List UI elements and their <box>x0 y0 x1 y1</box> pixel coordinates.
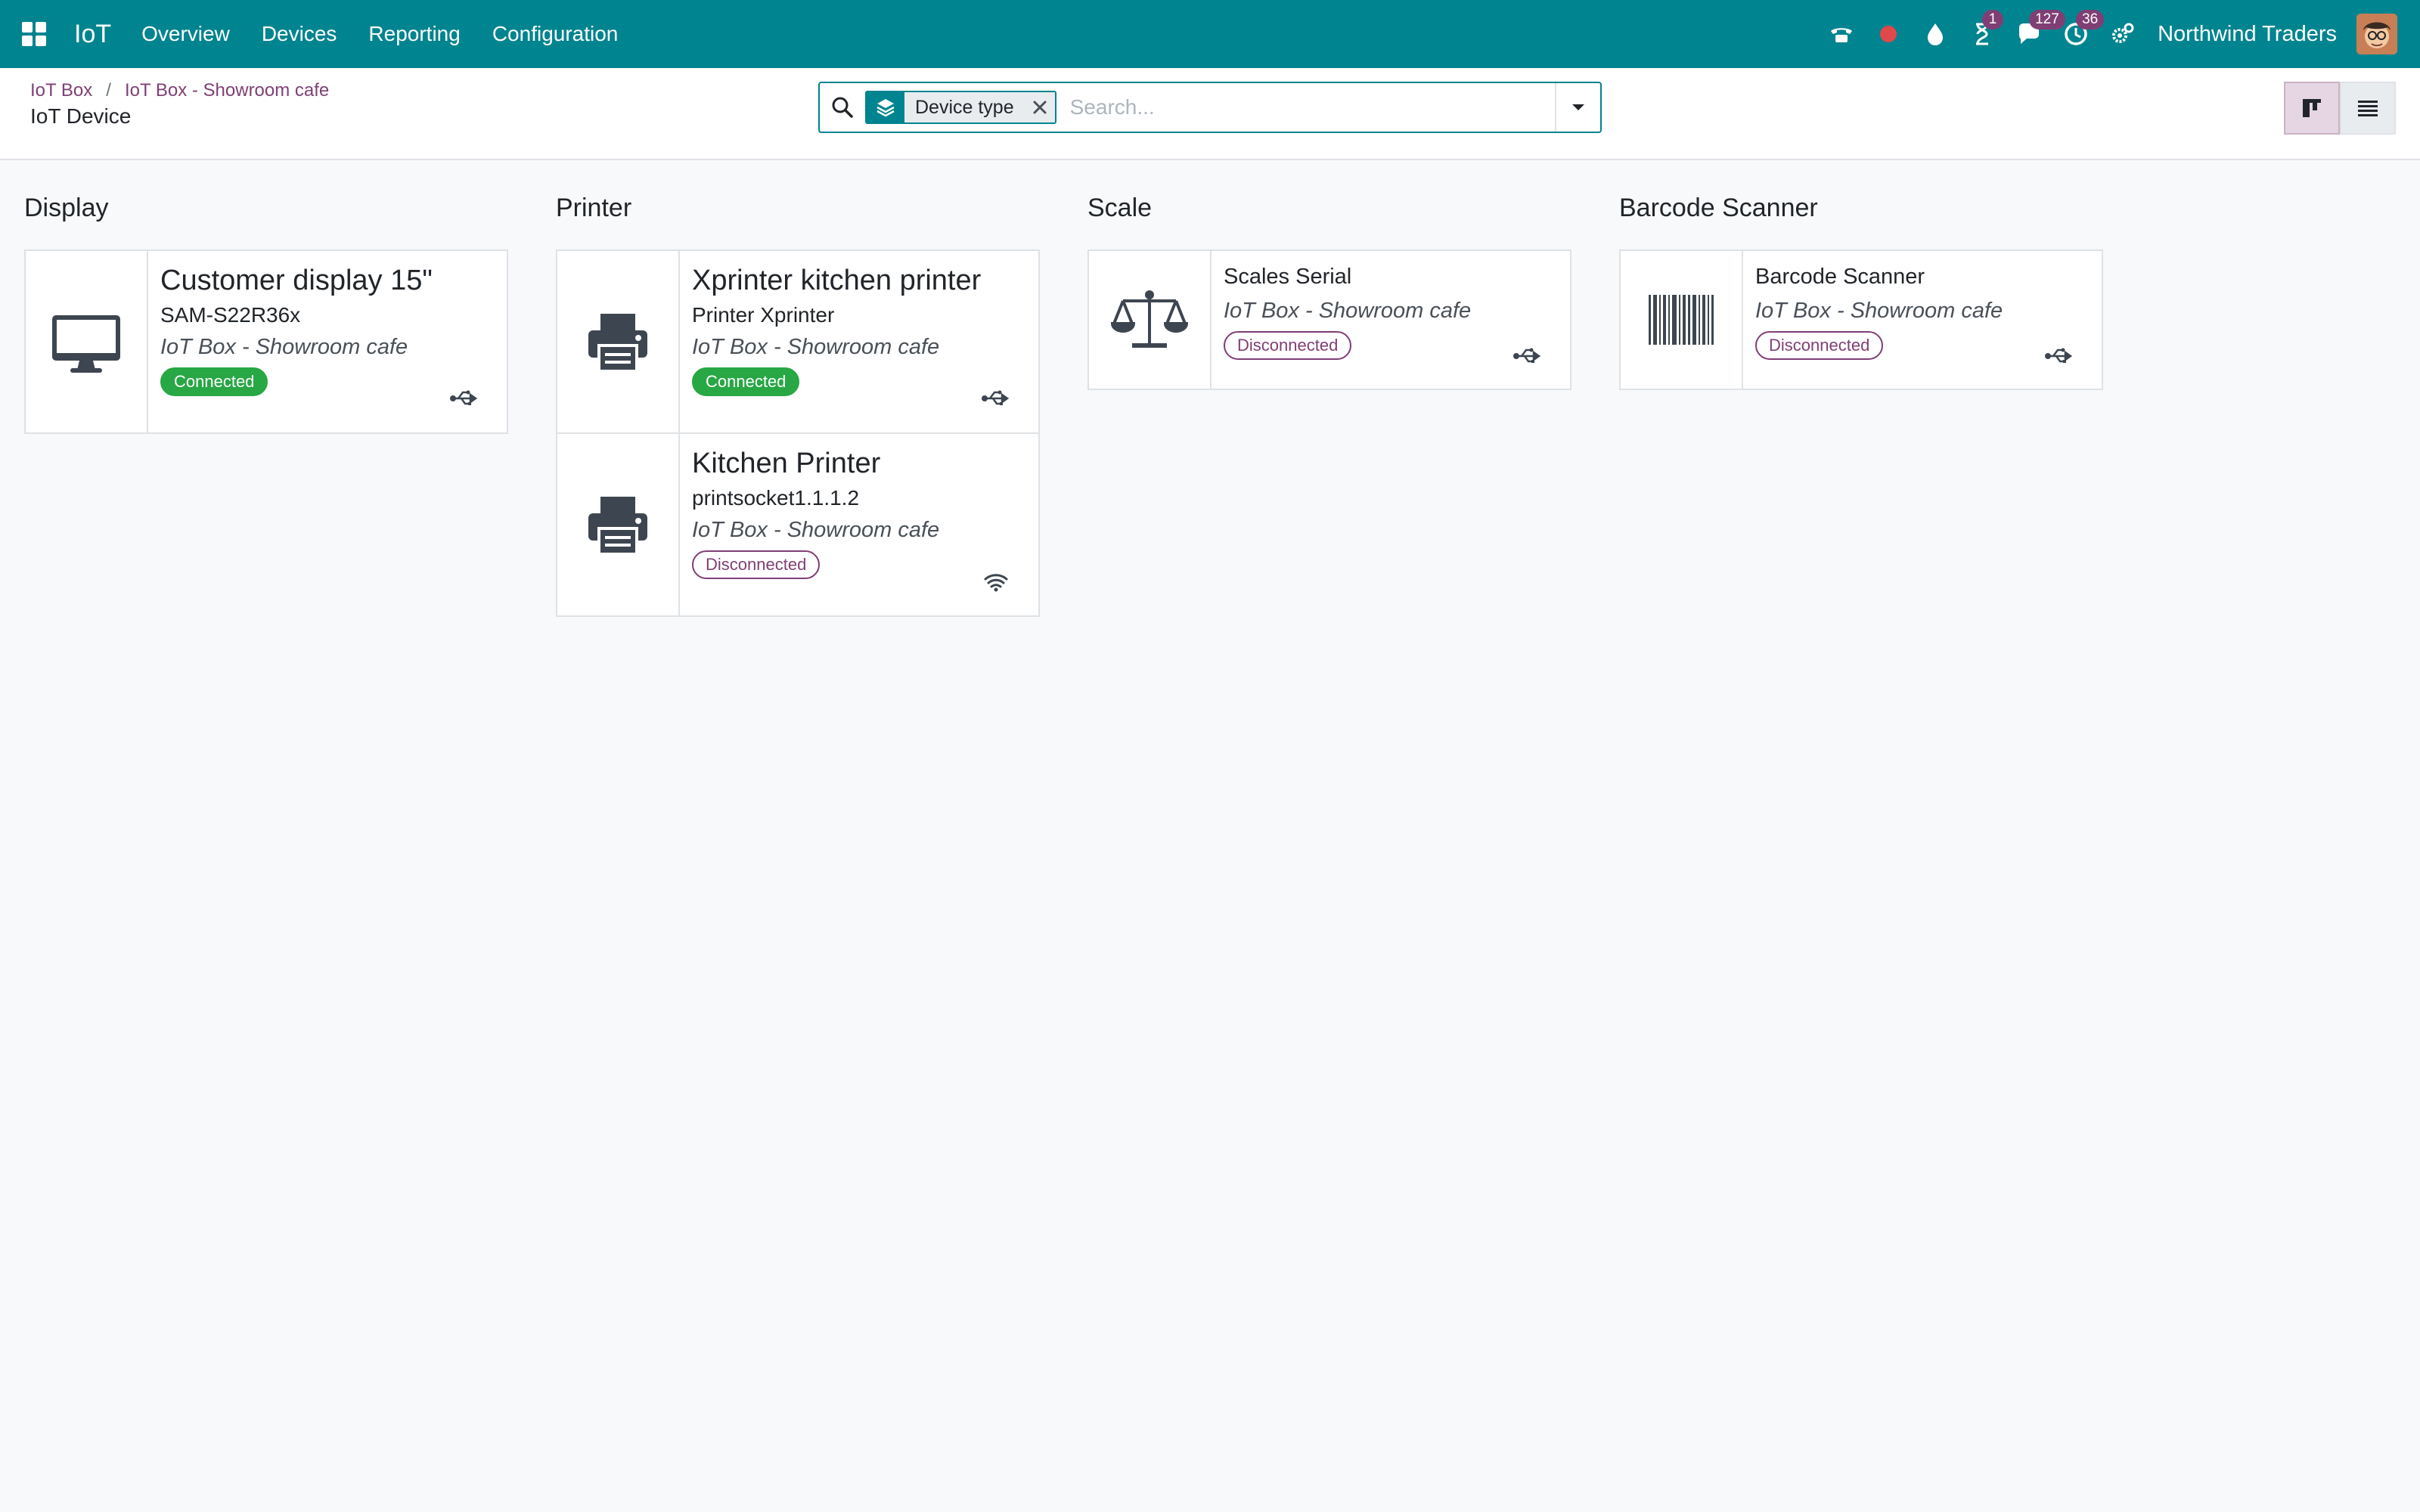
status-badge: Connected <box>160 367 268 396</box>
messages-badge: 127 <box>2029 10 2065 29</box>
column-printer: Printer Xprinter kitchen printer Printer… <box>556 160 1040 617</box>
printer-icon <box>557 251 680 432</box>
device-card[interactable]: Xprinter kitchen printer Printer Xprinte… <box>556 249 1040 434</box>
activity-icon[interactable]: 1 <box>1967 10 2004 49</box>
phone-icon[interactable] <box>1826 19 1857 49</box>
top-navbar: IoT Overview Devices Reporting Configura… <box>0 0 2420 68</box>
activity-badge: 1 <box>1982 10 2004 29</box>
usb-icon <box>2043 345 2076 367</box>
device-card[interactable]: Customer display 15" SAM-S22R36x IoT Box… <box>24 249 508 434</box>
search-icon[interactable] <box>820 83 865 132</box>
column-title: Barcode Scanner <box>1619 194 1818 222</box>
page-title: IoT Device <box>30 104 132 128</box>
usb-icon <box>1511 345 1544 367</box>
status-badge: Connected <box>692 367 800 396</box>
usb-icon <box>448 387 481 410</box>
printer-icon <box>557 434 680 615</box>
app-brand[interactable]: IoT <box>74 20 111 49</box>
device-iot-box: IoT Box - Showroom cafe <box>1224 299 1472 323</box>
card-body: Kitchen Printer printsocket1.1.1.2 IoT B… <box>680 434 1038 615</box>
card-body: Barcode Scanner IoT Box - Showroom cafe … <box>1743 251 2102 389</box>
company-switcher[interactable]: Northwind Traders <box>2158 22 2337 47</box>
device-iot-box: IoT Box - Showroom cafe <box>692 518 940 542</box>
user-avatar[interactable] <box>2356 14 2397 54</box>
kanban-view: Display Customer display 15" SAM-S22R36x… <box>24 160 2151 617</box>
card-body: Customer display 15" SAM-S22R36x IoT Box… <box>148 251 507 432</box>
apps-menu-icon[interactable] <box>0 0 68 68</box>
wifi-icon <box>979 570 1013 593</box>
device-iot-box: IoT Box - Showroom cafe <box>1755 299 2003 323</box>
device-name: Kitchen Printer <box>692 448 881 479</box>
facet-label: Device type <box>904 92 1025 122</box>
search-facet: Device type <box>865 91 1056 124</box>
breadcrumb-separator: / <box>106 80 111 101</box>
menu-overview[interactable]: Overview <box>141 22 230 46</box>
device-card[interactable]: Barcode Scanner IoT Box - Showroom cafe … <box>1619 249 2103 390</box>
breadcrumb-showroom-cafe[interactable]: IoT Box - Showroom cafe <box>125 80 329 101</box>
menu-configuration[interactable]: Configuration <box>492 22 619 46</box>
usb-icon <box>979 387 1013 410</box>
timers-badge: 36 <box>2076 10 2105 29</box>
layers-icon <box>867 91 904 124</box>
device-model: SAM-S22R36x <box>160 303 301 327</box>
device-iot-box: IoT Box - Showroom cafe <box>692 335 940 359</box>
status-badge: Disconnected <box>1755 331 1884 360</box>
search-options-toggle[interactable] <box>1555 83 1600 132</box>
systray: 1 127 36 Northwind Traders <box>1810 0 2397 68</box>
breadcrumb: IoT Box / IoT Box - Showroom cafe <box>30 80 329 101</box>
menu-reporting[interactable]: Reporting <box>368 22 460 46</box>
column-scale: Scale Scales Serial IoT Box - Showroom c… <box>1087 160 1571 615</box>
chat-icon[interactable]: 127 <box>2014 10 2065 49</box>
caret-down-icon <box>1572 104 1584 110</box>
drop-icon[interactable] <box>1920 19 1950 49</box>
control-panel: IoT Box / IoT Box - Showroom cafe IoT De… <box>0 68 2420 160</box>
device-model: printsocket1.1.1.2 <box>692 486 860 510</box>
kanban-view-button[interactable] <box>2284 82 2340 135</box>
device-name: Xprinter kitchen printer <box>692 265 982 296</box>
card-body: Xprinter kitchen printer Printer Xprinte… <box>680 251 1038 432</box>
facet-remove-icon[interactable] <box>1024 92 1055 122</box>
device-model: Printer Xprinter <box>692 303 835 327</box>
column-title: Scale <box>1087 194 1153 222</box>
card-body: Scales Serial IoT Box - Showroom cafe Di… <box>1212 251 1570 389</box>
column-title: Display <box>24 194 109 222</box>
kanban-icon <box>2303 99 2321 117</box>
device-card[interactable]: Scales Serial IoT Box - Showroom cafe Di… <box>1087 249 1571 390</box>
clock-icon[interactable]: 36 <box>2061 10 2105 49</box>
list-view-button[interactable] <box>2340 82 2396 135</box>
search-input[interactable] <box>1066 85 1555 130</box>
device-iot-box: IoT Box - Showroom cafe <box>160 335 408 359</box>
settings-icon[interactable] <box>2108 19 2138 49</box>
column-barcode-scanner: Barcode Scanner Barcode Scanner IoT Box … <box>1619 160 2103 615</box>
view-switcher <box>2284 82 2396 135</box>
column-display: Display Customer display 15" SAM-S22R36x… <box>24 160 508 615</box>
device-name: Barcode Scanner <box>1755 265 1925 289</box>
search-box: Device type <box>818 82 1602 133</box>
breadcrumb-iot-box[interactable]: IoT Box <box>30 80 92 101</box>
menu-devices[interactable]: Devices <box>262 22 337 46</box>
monitor-icon <box>26 251 148 432</box>
list-icon <box>2358 101 2378 116</box>
column-title: Printer <box>556 194 632 222</box>
device-name: Customer display 15" <box>160 265 433 296</box>
barcode-icon <box>1621 251 1743 389</box>
device-name: Scales Serial <box>1224 265 1352 289</box>
recording-dot-icon[interactable] <box>1873 19 1903 49</box>
scale-icon <box>1089 251 1212 389</box>
status-badge: Disconnected <box>1224 331 1352 360</box>
status-badge: Disconnected <box>692 550 821 579</box>
device-card[interactable]: Kitchen Printer printsocket1.1.1.2 IoT B… <box>556 432 1040 617</box>
